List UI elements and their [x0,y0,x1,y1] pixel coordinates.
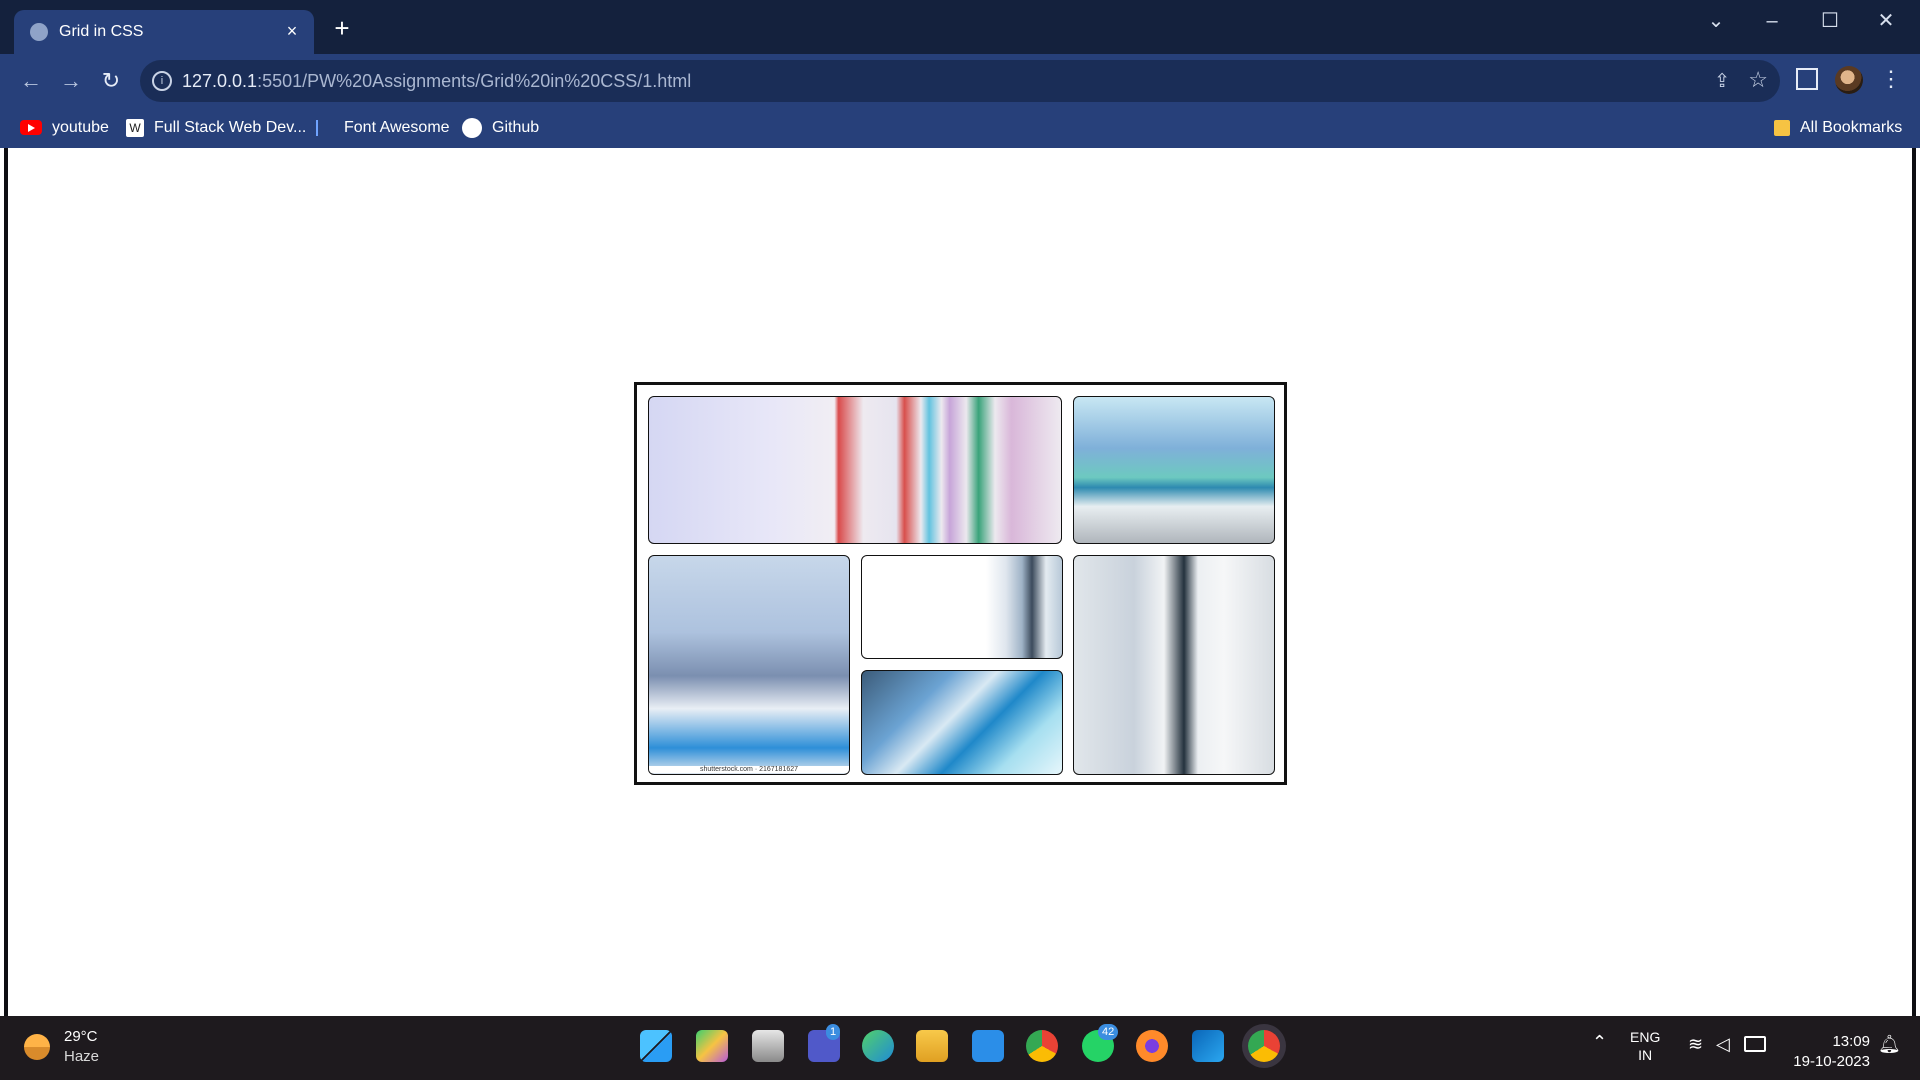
notification-bell-icon[interactable]: 🔔︎ [1878,1034,1901,1055]
maximize-button[interactable]: ☐ [1806,8,1854,34]
tab-close-icon[interactable]: × [280,19,304,43]
bookmark-youtube[interactable]: youtube [20,115,109,141]
chrome-profile-icon[interactable] [1248,1030,1280,1062]
minimize-button[interactable]: – [1748,8,1796,34]
side-panel-icon[interactable] [1796,68,1818,90]
volume-icon[interactable]: ◁ [1716,1034,1730,1055]
chrome-icon[interactable] [1026,1030,1058,1062]
url-path: :5501/PW%20Assignments/Grid%20in%20CSS/1… [257,71,692,91]
show-hidden-icons[interactable]: ⌃ [1592,1032,1607,1053]
bookmark-full-stack[interactable]: W Full Stack Web Dev... [126,115,306,141]
globe-icon [30,23,48,41]
battery-icon[interactable] [1744,1036,1766,1052]
share-icon[interactable]: ⇪ [1714,70,1730,93]
menu-kebab-icon[interactable]: ⋮ [1880,66,1902,92]
all-bookmarks-label: All Bookmarks [1800,119,1903,136]
teams-badge: 1 [826,1024,841,1040]
bookmark-star-icon[interactable]: ☆ [1748,67,1768,93]
toolbar: ← → ↻ i 127.0.0.1:5501/PW%20Assignments/… [0,54,1920,108]
tab-title: Grid in CSS [59,23,144,40]
whatsapp-badge: 42 [1098,1024,1119,1040]
wifi-icon[interactable]: ≋ [1688,1034,1703,1055]
grid-image-lab-team [1073,555,1275,775]
flag-icon [316,119,334,136]
url-host: 127.0.0.1 [182,71,258,91]
bookmark-label: Full Stack Web Dev... [154,119,307,136]
image-watermark: shutterstock.com · 2167181627 [649,766,849,773]
grid-image-microscope-closeup [861,670,1063,775]
back-button[interactable]: ← [17,67,45,95]
system-clock[interactable]: 13:09 19-10-2023 [1780,1032,1870,1072]
grid-image-scientist-microscope: shutterstock.com · 2167181627 [648,555,850,775]
task-view-icon[interactable] [752,1030,784,1062]
bookmark-label: Font Awesome [344,119,450,136]
github-icon [462,117,482,138]
clock-time: 13:09 [1832,1033,1870,1050]
url-text: 127.0.0.1:5501/PW%20Assignments/Grid%20i… [182,71,691,92]
forward-button[interactable]: → [57,67,85,95]
close-window-button[interactable]: ✕ [1862,8,1910,34]
grid-image-blood-tubes-wide [648,396,1062,544]
new-tab-button[interactable]: + [330,15,354,41]
weather-haze-icon [24,1034,50,1060]
weather-condition: Haze [64,1048,100,1065]
browser-chrome: Grid in CSS × + ⌄ – ☐ ✕ ← → ↻ i 127.0.0.… [0,0,1920,148]
start-windows-icon[interactable] [640,1030,672,1062]
taskbar: 29°C Haze 1 42 ⌃ ENG IN ≋ ◁ 13:09 19-10-… [0,1016,1920,1080]
bookmark-font-awesome[interactable]: Font Awesome [316,115,450,141]
grid-image-lab-microscope-small [861,555,1063,659]
bookmark-label: youtube [52,119,109,136]
tab-search-icon[interactable]: ⌄ [1692,8,1740,34]
firefox-icon[interactable] [1136,1030,1168,1062]
edge-icon[interactable] [862,1030,894,1062]
folder-icon [1774,119,1790,136]
tab-grid-in-css[interactable]: Grid in CSS × [14,10,314,54]
grid-image-blood-tube-hand [1073,396,1275,544]
mail-icon[interactable] [972,1030,1004,1062]
reload-button[interactable]: ↻ [97,67,125,95]
bookmark-github[interactable]: Github [462,115,539,141]
address-bar[interactable]: i 127.0.0.1:5501/PW%20Assignments/Grid%2… [140,60,1780,102]
vscode-icon[interactable] [1192,1030,1224,1062]
clock-date: 19-10-2023 [1793,1053,1870,1070]
youtube-icon [20,120,42,136]
wordpress-icon: W [126,118,144,137]
bookmarks-bar: youtube W Full Stack Web Dev... Font Awes… [0,108,1920,148]
weather-temp: 29°C [64,1028,98,1045]
image-grid: shutterstock.com · 2167181627 [634,382,1287,785]
site-info-icon[interactable]: i [152,71,172,91]
profile-avatar[interactable] [1835,66,1863,94]
all-bookmarks[interactable]: All Bookmarks [1774,115,1902,141]
language-line1: ENG [1630,1029,1661,1045]
copilot-icon[interactable] [696,1030,728,1062]
language-indicator[interactable]: ENG IN [1630,1028,1660,1064]
file-explorer-icon[interactable] [916,1030,948,1062]
bookmark-label: Github [492,119,540,136]
tab-strip: Grid in CSS × + ⌄ – ☐ ✕ [0,0,1920,54]
language-line2: IN [1638,1047,1653,1063]
